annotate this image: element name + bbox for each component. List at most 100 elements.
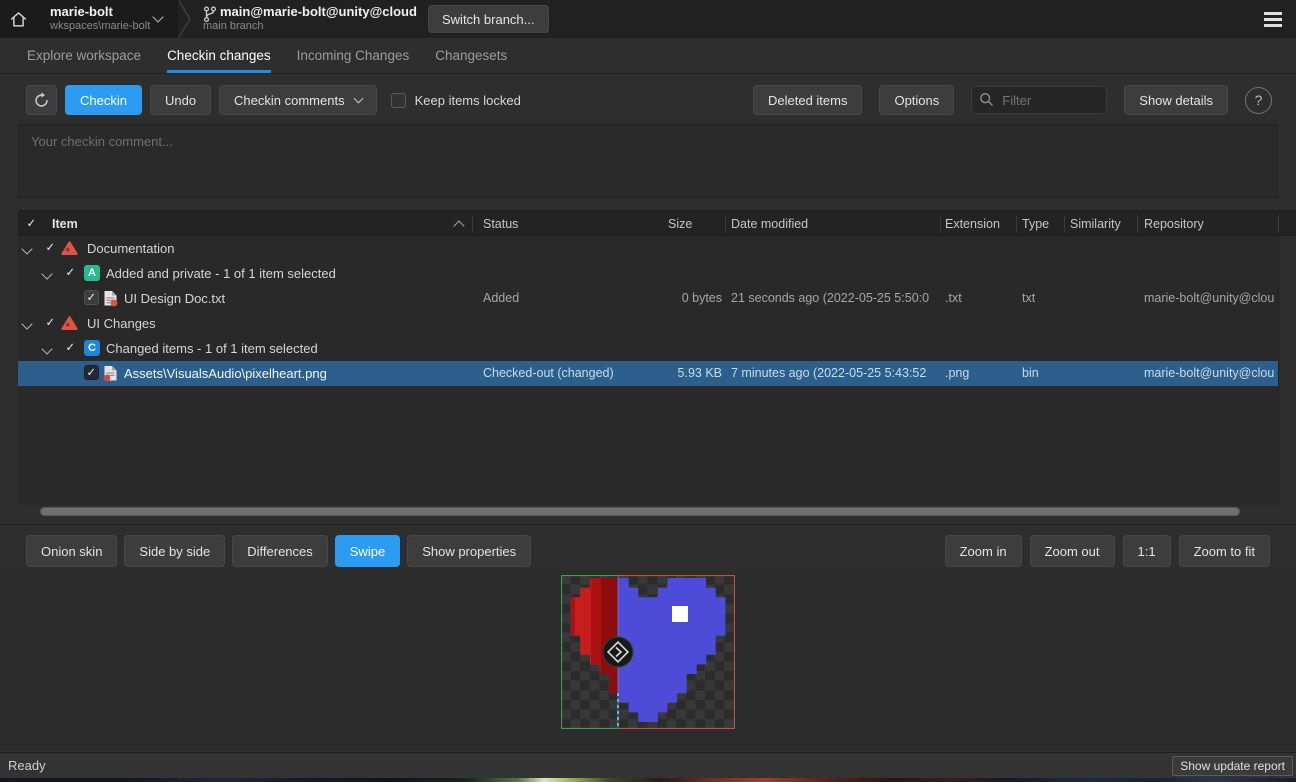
side-by-side-button[interactable]: Side by side [124, 535, 225, 567]
repository-cell: marie-bolt@unity@clou [1144, 286, 1277, 311]
column-header-status[interactable]: Status [483, 211, 518, 237]
column-header-extension[interactable]: Extension [945, 211, 1000, 237]
changed-category-icon: C [84, 340, 100, 356]
warning-triangle-icon [61, 240, 78, 256]
filter-field-wrap [971, 86, 1107, 114]
status-message: Ready [8, 753, 46, 779]
table-row[interactable]: Documentation [18, 236, 1278, 261]
diff-mode-toolbar: Onion skin Side by side Differences Swip… [26, 535, 531, 567]
column-divider[interactable] [472, 215, 473, 233]
table-header: Item Status Size Date modified Extension… [18, 210, 1296, 236]
branch-name: main@marie-bolt@unity@cloud [220, 4, 417, 19]
item-name: UI Design Doc.txt [124, 286, 225, 311]
chevron-down-icon[interactable] [21, 243, 32, 254]
keep-items-locked-checkbox[interactable] [391, 93, 406, 108]
select-all-checkbox[interactable] [24, 216, 39, 231]
table-row[interactable]: UI Changes [18, 311, 1278, 336]
chevron-down-icon[interactable] [41, 343, 52, 354]
horizontal-scrollbar-thumb[interactable] [40, 507, 1240, 516]
table-row[interactable]: A Added and private - 1 of 1 item select… [18, 261, 1278, 286]
row-checkbox[interactable] [63, 265, 78, 280]
tab-explore-workspace[interactable]: Explore workspace [27, 38, 141, 73]
chevron-down-icon[interactable] [21, 318, 32, 329]
onion-skin-button[interactable]: Onion skin [26, 535, 117, 567]
column-header-size[interactable]: Size [668, 211, 692, 237]
zoom-to-fit-button[interactable]: Zoom to fit [1179, 535, 1270, 567]
row-checkbox[interactable] [84, 290, 99, 305]
item-name: Documentation [87, 236, 174, 261]
keep-items-locked-option[interactable]: Keep items locked [391, 93, 521, 108]
keep-items-locked-label: Keep items locked [415, 93, 521, 108]
checkin-toolbar-right: Deleted items Options Show details ? [753, 85, 1272, 115]
sort-ascending-icon[interactable] [453, 220, 464, 231]
date-modified-cell: 7 minutes ago (2022-05-25 5:43:52 [731, 361, 943, 386]
status-bar: Ready Show update report [0, 752, 1296, 778]
checkin-button[interactable]: Checkin [65, 85, 142, 115]
row-checkbox[interactable] [43, 240, 58, 255]
zoom-toolbar: Zoom in Zoom out 1:1 Zoom to fit [945, 535, 1270, 567]
tab-incoming-changes[interactable]: Incoming Changes [297, 38, 410, 73]
swipe-handle[interactable] [603, 637, 633, 667]
extension-cell: .png [945, 361, 969, 386]
zoom-in-button[interactable]: Zoom in [945, 535, 1022, 567]
panel-divider[interactable] [0, 524, 1296, 525]
status-cell: Added [483, 286, 519, 311]
search-icon [979, 92, 994, 107]
home-icon [9, 10, 28, 29]
column-divider[interactable] [1016, 215, 1017, 233]
swipe-button[interactable]: Swipe [335, 535, 400, 567]
hamburger-menu-icon[interactable] [1264, 12, 1282, 15]
table-left-gutter [0, 210, 18, 505]
row-checkbox[interactable] [84, 365, 99, 380]
table-row[interactable]: C Changed items - 1 of 1 item selected [18, 336, 1278, 361]
item-name: Added and private - 1 of 1 item selected [106, 261, 336, 286]
repository-cell: marie-bolt@unity@clou [1144, 361, 1277, 386]
table-row[interactable]: UI Design Doc.txt Added 0 bytes 21 secon… [18, 286, 1278, 311]
switch-branch-button[interactable]: Switch branch... [428, 5, 549, 33]
checkin-comments-label: Checkin comments [234, 93, 345, 108]
row-checkbox[interactable] [63, 340, 78, 355]
column-header-repository[interactable]: Repository [1144, 211, 1204, 237]
tab-changesets[interactable]: Changesets [435, 38, 507, 73]
options-button[interactable]: Options [879, 85, 954, 115]
column-header-item[interactable]: Item [52, 211, 78, 237]
undo-button[interactable]: Undo [150, 85, 211, 115]
plastic-scm-window: marie-bolt wkspaces\marie-bolt main@mari… [0, 0, 1296, 782]
table-row-selected[interactable]: Assets\VisualsAudio\pixelheart.png Check… [18, 361, 1278, 386]
column-divider[interactable] [1278, 215, 1279, 233]
column-divider[interactable] [1064, 215, 1065, 233]
show-update-report-button[interactable]: Show update report [1172, 756, 1293, 776]
document-icon [103, 365, 118, 382]
row-checkbox[interactable] [43, 315, 58, 330]
branch-label: main branch [203, 20, 264, 32]
home-button[interactable] [0, 0, 36, 38]
pixelheart-swipe-diff-image [561, 575, 735, 729]
view-tabs: Explore workspace Checkin changes Incomi… [0, 38, 1296, 74]
type-cell: txt [1022, 286, 1035, 311]
show-details-button[interactable]: Show details [1124, 85, 1228, 115]
vertical-scroll-gutter[interactable] [1278, 236, 1296, 505]
size-cell: 0 bytes [618, 286, 722, 311]
column-divider[interactable] [725, 215, 726, 233]
help-button[interactable]: ? [1245, 87, 1272, 114]
deleted-items-button[interactable]: Deleted items [753, 85, 862, 115]
zoom-one-to-one-button[interactable]: 1:1 [1123, 535, 1171, 567]
column-header-date-modified[interactable]: Date modified [731, 211, 808, 237]
warning-triangle-icon [61, 315, 78, 331]
chevron-down-icon[interactable] [41, 268, 52, 279]
zoom-out-button[interactable]: Zoom out [1030, 535, 1115, 567]
column-header-similarity[interactable]: Similarity [1070, 211, 1121, 237]
checkin-comment-input[interactable] [18, 124, 1278, 198]
workspace-selector[interactable]: marie-bolt wkspaces\marie-bolt [36, 0, 178, 38]
column-divider[interactable] [940, 215, 941, 233]
column-divider[interactable] [1137, 215, 1138, 233]
column-header-type[interactable]: Type [1022, 211, 1049, 237]
chevron-down-icon [152, 11, 163, 22]
checkin-comments-dropdown[interactable]: Checkin comments [219, 85, 377, 115]
refresh-button[interactable] [26, 85, 57, 115]
show-properties-button[interactable]: Show properties [407, 535, 531, 567]
item-name: UI Changes [87, 311, 156, 336]
chevron-down-icon [353, 94, 363, 104]
differences-button[interactable]: Differences [232, 535, 328, 567]
tab-checkin-changes[interactable]: Checkin changes [167, 38, 271, 73]
